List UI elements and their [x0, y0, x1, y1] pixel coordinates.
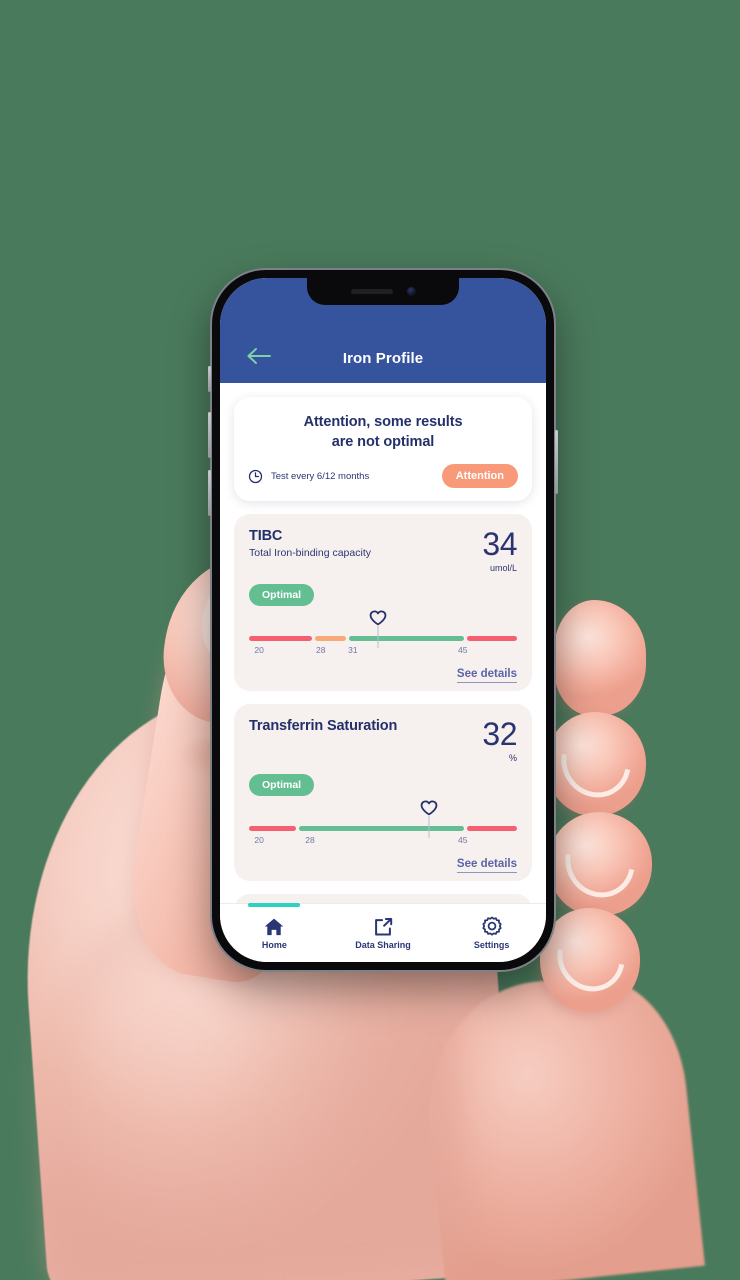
attention-title-line1: Attention, some results: [303, 414, 463, 430]
fingernail-ring: [551, 813, 649, 911]
result-name: TIBC: [249, 528, 283, 545]
result-unit: %: [508, 753, 517, 764]
range-segment: [467, 636, 517, 642]
see-details-label: See details: [456, 858, 517, 874]
see-details-label: See details: [456, 668, 517, 684]
mute-switch[interactable]: [208, 366, 211, 392]
bottom-navigation: Home Data Sharing Settings: [220, 903, 546, 962]
result-status-badge: Optimal: [249, 584, 315, 607]
range-tick-label: 45: [458, 835, 468, 846]
result-header: Transferrin Saturation 32 %: [249, 718, 517, 763]
result-card-tibc[interactable]: TIBC Total Iron-binding capacity 34 umol…: [234, 514, 532, 692]
attention-card: Attention, some results are not optimal …: [234, 397, 532, 502]
attention-title: Attention, some results are not optimal: [248, 413, 518, 452]
clock-icon: [248, 469, 263, 483]
range-tick-label: 31: [348, 645, 358, 656]
fingernail-pinky: [544, 909, 638, 1005]
result-unit: umol/L: [489, 563, 517, 574]
range-indicator: 20 28 45: [249, 800, 517, 850]
result-header: TIBC Total Iron-binding capacity 34 umol…: [249, 528, 517, 573]
fingertip-pinky: [540, 908, 640, 1012]
range-segment: [249, 636, 312, 642]
volume-up-button[interactable]: [208, 412, 211, 458]
range-segment: [249, 826, 297, 832]
range-ticks: 20 28 31 45: [249, 645, 517, 659]
result-value-group: 34 umol/L: [482, 528, 517, 573]
see-details-link-transferrin[interactable]: See details: [249, 858, 517, 874]
app-content[interactable]: Attention, some results are not optimal …: [220, 383, 546, 904]
speaker-grille-icon: [350, 289, 393, 294]
back-button[interactable]: [242, 341, 276, 371]
screenshot-stage: Iron Profile Attention, some results are…: [0, 0, 740, 1280]
gear-icon: [482, 916, 502, 936]
arrow-left-icon: [247, 348, 271, 364]
fingertip-ring: [548, 812, 652, 916]
result-card-transferrin-saturation[interactable]: Transferrin Saturation 32 % Optimal 20 2…: [234, 704, 532, 882]
result-name: Transferrin Saturation: [249, 718, 398, 735]
range-segment: [348, 636, 465, 642]
range-segment: [299, 826, 464, 832]
notch: [307, 278, 459, 305]
data-sharing-icon: [375, 917, 393, 935]
result-title-group: Transferrin Saturation: [249, 718, 397, 734]
see-details-link-tibc[interactable]: See details: [249, 668, 517, 684]
range-segment: [314, 636, 346, 642]
range-tick-label: 28: [305, 835, 315, 846]
phone-device: Iron Profile Attention, some results are…: [208, 268, 558, 972]
home-icon: [265, 918, 284, 935]
value-marker: [419, 800, 439, 839]
finger-base: [415, 967, 705, 1280]
heart-icon: [420, 800, 437, 816]
range-tick-label: 28: [316, 645, 326, 656]
fingertip-index: [554, 600, 646, 716]
result-status-badge: Optimal: [249, 774, 315, 797]
volume-down-button[interactable]: [208, 470, 211, 516]
range-bar: [249, 826, 517, 832]
nav-item-settings[interactable]: Settings: [437, 904, 546, 962]
result-subtitle: Total Iron-binding capacity: [249, 547, 371, 560]
result-value: 32: [482, 716, 517, 753]
value-marker: [368, 610, 388, 649]
nav-label-settings: Settings: [473, 940, 510, 950]
range-segment: [466, 826, 517, 832]
range-tick-label: 45: [458, 645, 468, 656]
nav-item-data-sharing[interactable]: Data Sharing: [329, 904, 438, 962]
attention-row: Test every 6/12 months Attention: [248, 464, 518, 489]
fingertip-middle: [546, 712, 646, 816]
active-tab-indicator: [248, 903, 301, 907]
fingernail-middle: [547, 713, 645, 811]
attention-title-line2: are not optimal: [331, 433, 435, 450]
result-title-group: TIBC Total Iron-binding capacity: [249, 528, 371, 559]
nav-label-data-sharing: Data Sharing: [355, 939, 411, 950]
range-tick-label: 20: [254, 835, 264, 846]
result-value: 34: [482, 526, 517, 563]
attention-status-badge[interactable]: Attention: [441, 464, 518, 489]
range-ticks: 20 28 45: [249, 835, 517, 849]
range-bar: [249, 636, 517, 642]
front-camera-icon: [406, 287, 416, 296]
heart-icon: [369, 610, 386, 626]
range-indicator: 20 28 31 45: [249, 610, 517, 660]
test-schedule-text: Test every 6/12 months: [271, 470, 370, 482]
range-tick-label: 20: [254, 645, 264, 656]
power-button[interactable]: [555, 430, 558, 494]
nav-item-home[interactable]: Home: [220, 903, 329, 962]
nav-label-home: Home: [261, 939, 287, 950]
phone-screen: Iron Profile Attention, some results are…: [220, 278, 546, 962]
result-value-group: 32 %: [482, 718, 517, 763]
